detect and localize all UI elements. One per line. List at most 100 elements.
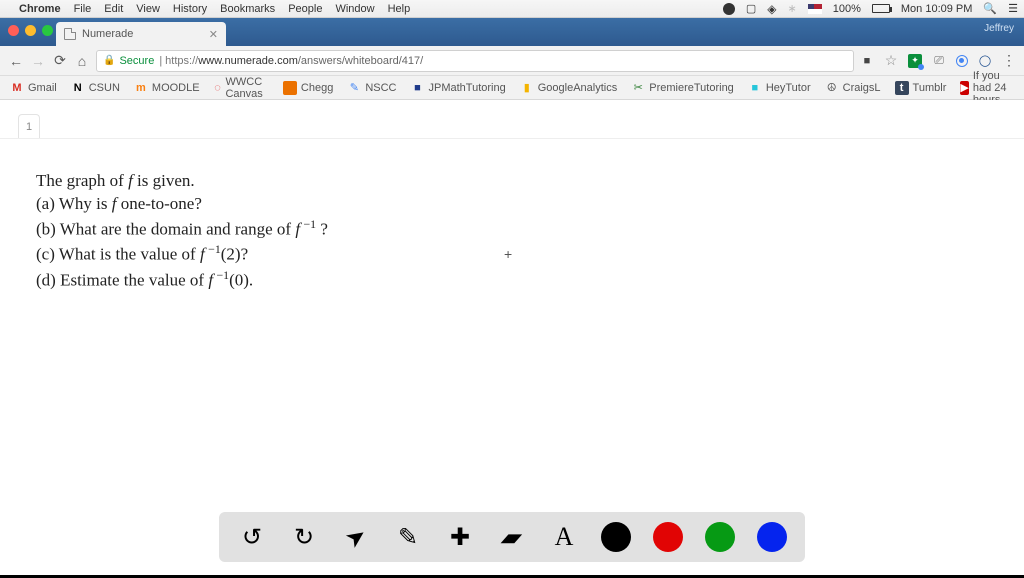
page-content: 1 The graph of f is given. (a) Why is f … [0, 100, 1024, 578]
bookmark-label: PremiereTutoring [649, 82, 734, 94]
url-protocol: https:// [165, 55, 198, 67]
undo-button[interactable]: ↺ [237, 522, 267, 552]
menu-history[interactable]: History [173, 3, 207, 15]
bookmark-label: MOODLE [152, 82, 200, 94]
whiteboard-toolbar: ↺ ↻ ➤ ✎ ✚ ▰ A [219, 512, 805, 562]
mac-menubar: Chrome File Edit View History Bookmarks … [0, 0, 1024, 18]
toolbar-extensions: ■ ☆ ✦ ⎚ ◯ ⋮ [860, 54, 1016, 68]
bookmark-item[interactable]: ■HeyTutor [748, 81, 811, 95]
tab-title: Numerade [82, 28, 133, 40]
problem-text: The graph of f is given. (a) Why is f on… [36, 170, 328, 293]
bookmark-item[interactable]: ▮ GoogleAnalytics [520, 81, 618, 95]
color-red[interactable] [653, 522, 683, 552]
tab-strip: Numerade ✕ Jeffrey [0, 18, 1024, 46]
menu-bookmarks[interactable]: Bookmarks [220, 3, 275, 15]
menu-help[interactable]: Help [388, 3, 411, 15]
menu-window[interactable]: Window [335, 3, 374, 15]
bookmark-favicon: t [895, 81, 909, 95]
bookmark-item[interactable]: ■ JPMathTutoring [410, 81, 505, 95]
bluetooth-icon[interactable]: ∗ [788, 2, 797, 15]
pointer-tool[interactable]: ➤ [335, 516, 377, 558]
bookmark-item[interactable]: m MOODLE [134, 81, 200, 95]
extension-ring-icon[interactable] [956, 55, 968, 67]
hamburger-icon[interactable]: ☰ [1008, 2, 1018, 15]
bookmark-favicon: ▶ [960, 81, 968, 95]
problem-line-c: (c) What is the value of f −1(2)? [36, 241, 328, 267]
menu-edit[interactable]: Edit [104, 3, 123, 15]
bookmarks-bar: MGmail NCSUN m MOODLE ◌WWCC Canvas CChegg ✎ NSC… [0, 76, 1024, 100]
color-green[interactable] [705, 522, 735, 552]
color-blue[interactable] [757, 522, 787, 552]
url-host: www.numerade.com [198, 55, 298, 67]
minimize-window-button[interactable] [25, 25, 36, 36]
bookmark-item[interactable]: CChegg [283, 81, 333, 95]
reload-button[interactable]: ⟳ [52, 52, 68, 69]
bookmark-label: WWCC Canvas [225, 76, 268, 100]
menu-view[interactable]: View [136, 3, 160, 15]
profile-name[interactable]: Jeffrey [984, 23, 1014, 34]
menu-people[interactable]: People [288, 3, 322, 15]
airplay-icon[interactable]: ▢ [746, 2, 756, 15]
back-button[interactable]: ← [8, 53, 24, 69]
browser-toolbar: ← → ⟳ ⌂ 🔒 Secure | https://www.numerade.… [0, 46, 1024, 76]
pencil-tool[interactable]: ✎ [393, 522, 423, 552]
problem-line-a: (a) Why is f one-to-one? [36, 193, 328, 216]
camera-icon[interactable]: ■ [860, 54, 874, 68]
bookmark-label: Tumblr [913, 82, 947, 94]
bookmark-label: NSCC [365, 82, 396, 94]
bookmark-favicon: ✎ [347, 81, 361, 95]
bookmark-favicon: ■ [410, 81, 424, 95]
bookmark-label: JPMathTutoring [428, 82, 505, 94]
canvas-cursor-icon: + [504, 246, 512, 262]
tab-close-icon[interactable]: ✕ [209, 28, 218, 41]
url-path: /answers/whiteboard/417/ [298, 55, 423, 67]
secure-label: Secure [119, 55, 154, 67]
close-window-button[interactable] [8, 25, 19, 36]
bookmark-item[interactable]: ✎ NSCC [347, 81, 396, 95]
home-button[interactable]: ⌂ [74, 53, 90, 69]
slide-tab-1[interactable]: 1 [18, 114, 40, 138]
page-favicon [64, 28, 76, 40]
bookmark-favicon: ◌ [214, 81, 222, 95]
spotlight-icon[interactable]: 🔍 [983, 2, 997, 15]
forward-button[interactable]: → [30, 53, 46, 69]
problem-line-d: (d) Estimate the value of f −1(0). [36, 267, 328, 293]
extension-shield-icon[interactable]: ◯ [978, 54, 992, 68]
bookmark-star-icon[interactable]: ☆ [884, 54, 898, 68]
cast-icon[interactable]: ⎚ [932, 54, 946, 68]
bookmark-item[interactable]: t Tumblr [895, 81, 947, 95]
bookmark-favicon: N [71, 81, 85, 95]
fullscreen-window-button[interactable] [42, 25, 53, 36]
status-circle-icon[interactable] [723, 3, 735, 15]
bookmark-favicon: ▮ [520, 81, 534, 95]
extension-green-icon[interactable]: ✦ [908, 54, 922, 68]
bookmark-item[interactable]: MGmail [10, 81, 57, 95]
wifi-icon[interactable]: ◈ [767, 2, 776, 16]
menu-file[interactable]: File [74, 3, 92, 15]
bookmark-label: GoogleAnalytics [538, 82, 618, 94]
bookmark-item[interactable]: NCSUN [71, 81, 120, 95]
browser-tab[interactable]: Numerade ✕ [56, 22, 226, 46]
color-black[interactable] [601, 522, 631, 552]
redo-button[interactable]: ↻ [289, 522, 319, 552]
eraser-tool[interactable]: ▰ [492, 522, 533, 552]
bookmark-item[interactable]: ✂ PremiereTutoring [631, 81, 734, 95]
menu-dots-icon[interactable]: ⋮ [1002, 54, 1016, 68]
menubar-app[interactable]: Chrome [19, 3, 61, 15]
clock[interactable]: Mon 10:09 PM [901, 3, 973, 15]
bookmark-favicon: m [134, 81, 148, 95]
bookmark-label: CraigsL [843, 82, 881, 94]
address-bar[interactable]: 🔒 Secure | https://www.numerade.com/answ… [96, 50, 854, 72]
text-tool[interactable]: A [549, 522, 579, 552]
bookmark-favicon: ✂ [631, 81, 645, 95]
battery-text: 100% [833, 3, 861, 15]
problem-line-0: The graph of f is given. [36, 170, 328, 193]
problem-line-b: (b) What are the domain and range of f −… [36, 216, 328, 242]
window-controls [8, 25, 53, 36]
bookmark-item[interactable]: ☮CraigsL [825, 81, 881, 95]
flag-icon[interactable] [808, 4, 822, 14]
bookmark-label: HeyTutor [766, 82, 811, 94]
bookmark-item[interactable]: ◌WWCC Canvas [214, 76, 269, 100]
battery-icon[interactable] [872, 4, 890, 13]
add-tool[interactable]: ✚ [445, 522, 475, 552]
